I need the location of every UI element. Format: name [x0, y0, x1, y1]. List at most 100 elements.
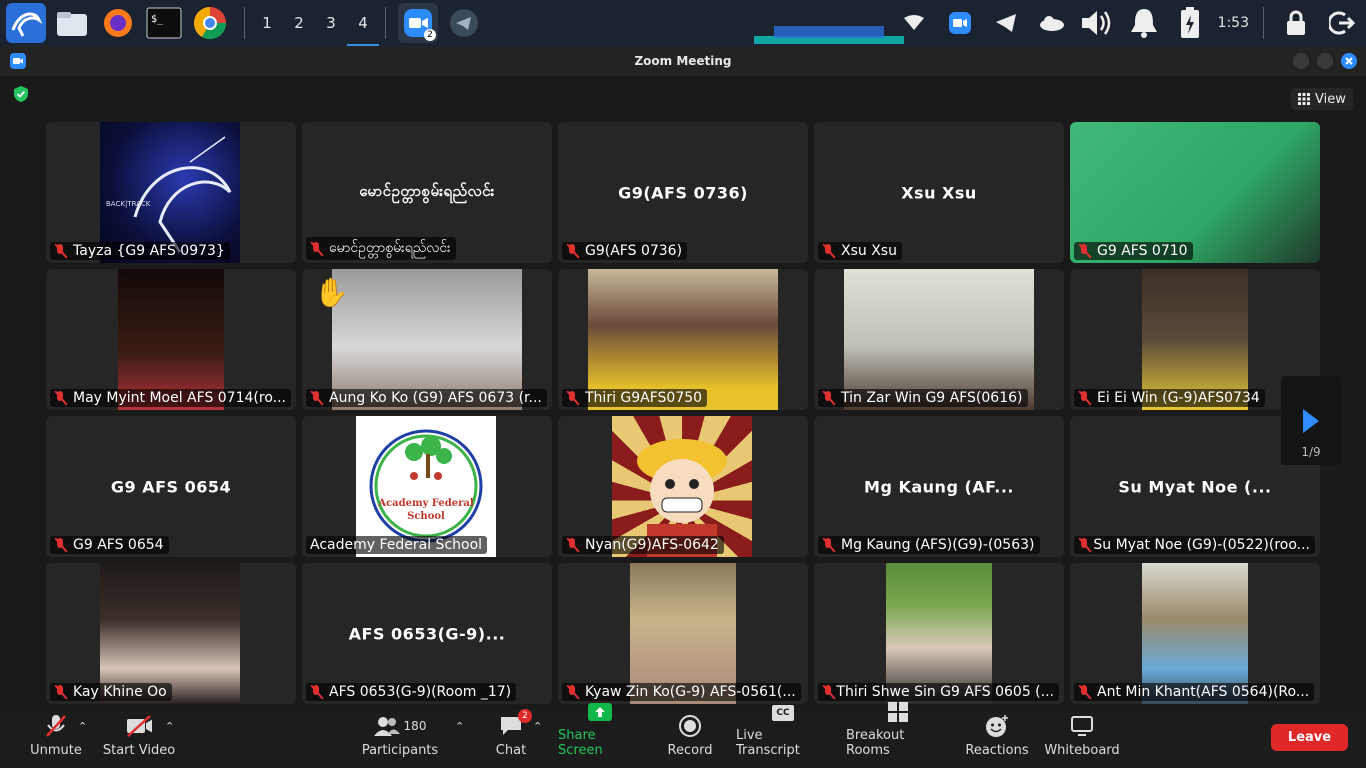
- maximize-button[interactable]: [1317, 53, 1333, 69]
- participant-tile[interactable]: Xsu Xsu Xsu Xsu: [814, 122, 1064, 263]
- participant-tile[interactable]: Thiri Shwe Sin G9 AFS 0605 (...: [814, 563, 1064, 704]
- window-titlebar: Zoom Meeting: [0, 46, 1366, 76]
- wifi-icon[interactable]: [894, 3, 934, 43]
- unmute-label: Unmute: [30, 743, 82, 758]
- kali-menu-icon[interactable]: [6, 3, 46, 43]
- participants-label: Participants: [361, 743, 439, 758]
- chat-button[interactable]: 2 Chat: [492, 709, 532, 768]
- whiteboard-icon: [1069, 715, 1095, 737]
- whiteboard-button[interactable]: Whiteboard: [1044, 710, 1120, 768]
- chevron-right-icon: [1303, 409, 1319, 433]
- workspace-2[interactable]: 2: [283, 0, 315, 46]
- taskbar-separator: [244, 7, 245, 39]
- workspace-4[interactable]: 4: [347, 0, 379, 46]
- mic-muted-icon: [54, 244, 67, 258]
- chrome-icon[interactable]: [190, 3, 230, 43]
- terminal-icon[interactable]: $_: [144, 3, 184, 43]
- security-shield-icon[interactable]: [13, 85, 29, 107]
- record-label: Record: [667, 743, 713, 758]
- zoom-tray-icon[interactable]: [940, 3, 980, 43]
- telegram-tray-icon[interactable]: [986, 3, 1026, 43]
- zoom-task-icon[interactable]: 2: [398, 3, 438, 43]
- minimize-button[interactable]: [1293, 53, 1309, 69]
- participant-tile[interactable]: May Myint Moel AFS 0714(ro...: [46, 269, 296, 410]
- share-screen-button[interactable]: Share Screen: [558, 703, 642, 768]
- participant-tile[interactable]: Tin Zar Win G9 AFS(0616): [814, 269, 1064, 410]
- telegram-task-icon[interactable]: [444, 3, 484, 43]
- participant-tile[interactable]: မောင်ဥတ္တာစွမ်းရည်လင်း မောင်ဥတ္တာစွမ်းရည…: [302, 122, 552, 263]
- record-button[interactable]: Record: [666, 710, 714, 768]
- participant-tile[interactable]: Kay Khine Oo: [46, 563, 296, 704]
- close-button[interactable]: [1341, 53, 1357, 69]
- chat-unread-badge: 2: [518, 709, 532, 723]
- mic-muted-icon: [310, 391, 323, 405]
- view-button[interactable]: View: [1291, 88, 1353, 110]
- lock-icon[interactable]: [1276, 3, 1316, 43]
- video-options-caret[interactable]: ⌃: [165, 720, 174, 733]
- bell-icon[interactable]: [1124, 3, 1164, 43]
- participant-name-text: G9 AFS 0654: [73, 537, 164, 553]
- cloud-icon[interactable]: [1032, 3, 1072, 43]
- participant-tile[interactable]: BACK|TRACK Tayza {G9 AFS 0973}: [46, 122, 296, 263]
- participant-name: Kyaw Zin Ko(G-9) AFS-0561(...: [562, 683, 801, 701]
- breakout-rooms-label: Breakout Rooms: [846, 728, 905, 758]
- mic-muted-icon: [822, 244, 835, 258]
- participant-tile[interactable]: Ant Min Khant(AFS 0564)(Ro...: [1070, 563, 1320, 704]
- battery-charging-icon[interactable]: [1170, 3, 1210, 43]
- participant-name-text: Kay Khine Oo: [73, 684, 167, 700]
- participant-name: Nyan(G9)AFS-0642: [562, 536, 724, 554]
- participant-name: Thiri Shwe Sin G9 AFS 0605 (...: [818, 683, 1059, 701]
- participant-tile[interactable]: G9(AFS 0736) G9(AFS 0736): [558, 122, 808, 263]
- page-indicator: 1/9: [1301, 445, 1321, 459]
- next-page-button[interactable]: 1/9: [1281, 376, 1341, 465]
- participant-tile[interactable]: Nyan(G9)AFS-0642: [558, 416, 808, 557]
- participant-name-text: May Myint Moel AFS 0714(ro...: [73, 390, 286, 406]
- participant-tile[interactable]: G9 AFS 0710: [1070, 122, 1320, 263]
- participants-button[interactable]: 180 Participants: [362, 710, 438, 768]
- mic-muted-icon: [822, 538, 835, 552]
- participant-center-name: မောင်ဥတ္တာစွမ်းရည်လင်း: [359, 181, 495, 200]
- participant-name: G9(AFS 0736): [562, 242, 688, 260]
- participant-tile[interactable]: ✋ Aung Ko Ko (G9) AFS 0673 (r...: [302, 269, 552, 410]
- logo-text-line1: Academy Federal: [378, 498, 474, 509]
- start-video-button[interactable]: Start Video: [102, 710, 176, 768]
- video-off-icon: [126, 715, 152, 737]
- participant-name: G9 AFS 0654: [50, 536, 169, 554]
- participant-name: Mg Kaung (AFS)(G9)-(0563): [818, 536, 1040, 554]
- unmute-button[interactable]: Unmute: [26, 710, 86, 768]
- zoom-window-icon: [10, 53, 26, 73]
- participant-tile[interactable]: Mg Kaung (AF... Mg Kaung (AFS)(G9)-(0563…: [814, 416, 1064, 557]
- participant-name: AFS 0653(G-9)(Room _17): [306, 683, 517, 701]
- mic-muted-icon: [1078, 391, 1091, 405]
- participants-options-caret[interactable]: ⌃: [455, 720, 464, 733]
- mic-muted-icon: [566, 685, 579, 699]
- mic-muted-icon: [1078, 538, 1088, 552]
- live-transcript-button[interactable]: CC Live Transcript: [736, 705, 830, 768]
- firefox-icon[interactable]: [98, 3, 138, 43]
- participant-name: May Myint Moel AFS 0714(ro...: [50, 389, 291, 407]
- reactions-button[interactable]: Reactions: [965, 710, 1029, 768]
- leave-button[interactable]: Leave: [1271, 724, 1348, 751]
- cc-icon-text: CC: [776, 708, 790, 718]
- mic-muted-icon: [1078, 685, 1091, 699]
- participant-tile[interactable]: AFS 0653(G-9)... AFS 0653(G-9)(Room _17): [302, 563, 552, 704]
- participant-center-name: G9(AFS 0736): [618, 183, 748, 202]
- workspace-3[interactable]: 3: [315, 0, 347, 46]
- participant-tile[interactable]: Kyaw Zin Ko(G-9) AFS-0561(...: [558, 563, 808, 704]
- taskbar-separator: [1263, 7, 1264, 39]
- participant-tile[interactable]: Academy Federal School Academy Federal S…: [302, 416, 552, 557]
- chat-options-caret[interactable]: ⌃: [533, 720, 542, 733]
- clock[interactable]: 1:53: [1218, 15, 1249, 31]
- workspace-1[interactable]: 1: [251, 0, 283, 46]
- file-manager-icon[interactable]: [52, 3, 92, 43]
- participant-tile[interactable]: G9 AFS 0654 G9 AFS 0654: [46, 416, 296, 557]
- participant-name-text: Nyan(G9)AFS-0642: [585, 537, 719, 553]
- participant-name: Ant Min Khant(AFS 0564)(Ro...: [1074, 683, 1315, 701]
- view-label: View: [1315, 91, 1346, 107]
- live-transcript-label: Live Transcript: [736, 728, 800, 758]
- volume-icon[interactable]: [1078, 3, 1118, 43]
- participant-tile[interactable]: Thiri G9AFS0750: [558, 269, 808, 410]
- audio-options-caret[interactable]: ⌃: [78, 720, 87, 733]
- logout-icon[interactable]: [1322, 3, 1362, 43]
- breakout-rooms-button[interactable]: Breakout Rooms: [846, 702, 950, 768]
